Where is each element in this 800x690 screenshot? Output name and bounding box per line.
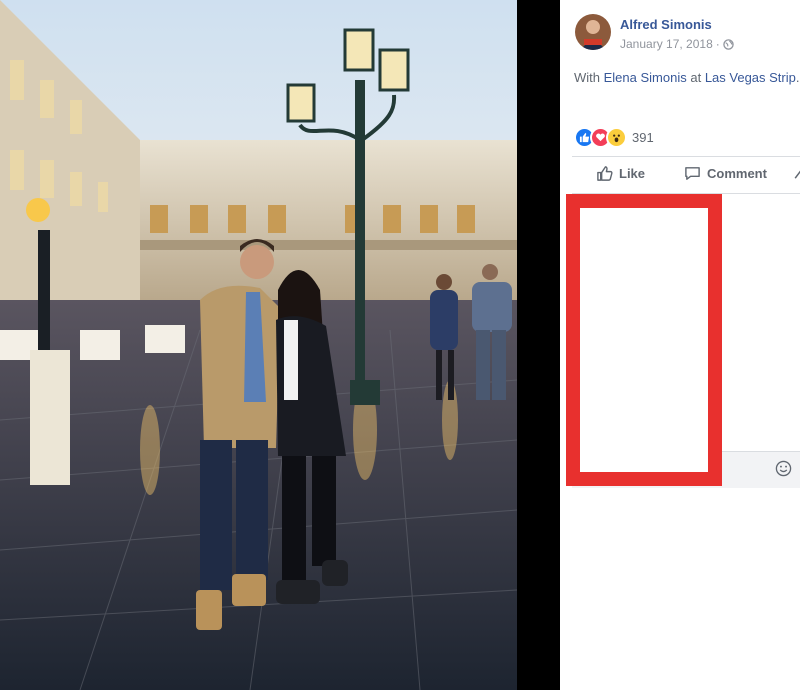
emoji-icon[interactable] bbox=[775, 460, 792, 477]
meta-separator: · bbox=[715, 37, 720, 51]
author-name[interactable]: Alfred Simonis bbox=[620, 17, 712, 32]
post-caption: With Elena Simonis at Las Vegas Strip. bbox=[574, 70, 800, 85]
reaction-count[interactable]: 391 bbox=[632, 130, 654, 145]
reactions-divider bbox=[572, 156, 800, 157]
post-photo[interactable] bbox=[0, 0, 517, 690]
share-button-partial[interactable] bbox=[794, 165, 800, 182]
photo-viewer-divider bbox=[517, 0, 560, 690]
thumbs-up-icon bbox=[597, 166, 613, 181]
like-label: Like bbox=[619, 166, 646, 181]
like-button[interactable]: Like bbox=[596, 165, 645, 182]
location-link[interactable]: Las Vegas Strip bbox=[705, 70, 796, 85]
tagged-person-link[interactable]: Elena Simonis bbox=[604, 70, 687, 85]
author-avatar[interactable] bbox=[575, 14, 611, 50]
comment-bubble-icon bbox=[685, 167, 700, 180]
comment-button[interactable]: Comment bbox=[684, 165, 767, 182]
reactions-summary[interactable]: 391 bbox=[574, 127, 654, 148]
caption-middle: at bbox=[686, 70, 705, 85]
post-meta: January 17, 2018 · bbox=[620, 37, 734, 51]
photo-image bbox=[0, 0, 517, 690]
caption-prefix: With bbox=[574, 70, 604, 85]
globe-icon[interactable] bbox=[723, 38, 734, 50]
wow-reaction-icon bbox=[606, 127, 627, 148]
redaction-box bbox=[566, 194, 722, 486]
caption-suffix: . bbox=[795, 70, 800, 85]
comment-label: Comment bbox=[707, 166, 767, 181]
share-arrow-icon bbox=[794, 170, 800, 179]
post-date[interactable]: January 17, 2018 bbox=[620, 37, 713, 51]
